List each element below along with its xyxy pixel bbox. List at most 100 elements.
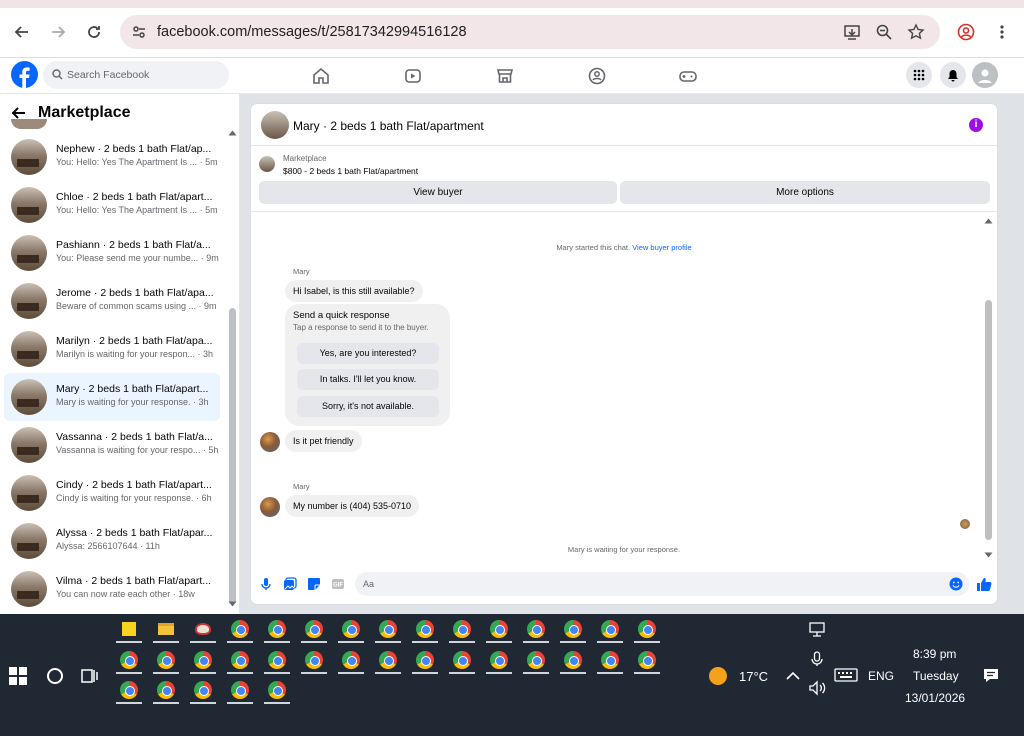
facebook-search-input[interactable]: Search Facebook xyxy=(43,61,229,89)
chrome-icon[interactable] xyxy=(227,617,253,643)
conversation-item[interactable]: Marilyn · 2 beds 1 bath Flat/apa... Maril… xyxy=(4,325,220,373)
chrome-icon[interactable] xyxy=(227,648,253,674)
chrome-icon[interactable] xyxy=(301,648,327,674)
account-avatar[interactable] xyxy=(972,62,998,88)
install-app-icon[interactable] xyxy=(843,23,861,41)
chrome-icon[interactable] xyxy=(301,617,327,643)
notification-center-icon[interactable] xyxy=(983,668,999,686)
chrome-icon[interactable] xyxy=(523,617,549,643)
windows-start-icon[interactable] xyxy=(9,667,27,688)
chrome-icon[interactable] xyxy=(338,617,364,643)
network-icon[interactable] xyxy=(808,622,826,641)
chrome-icon[interactable] xyxy=(412,648,438,674)
listing-thumbnail[interactable] xyxy=(259,156,275,172)
menu-grid-icon[interactable] xyxy=(906,62,932,88)
url-text[interactable]: facebook.com/messages/t/2581734299451612… xyxy=(157,24,467,40)
listing-avatar[interactable] xyxy=(261,111,289,139)
chrome-icon[interactable] xyxy=(227,678,253,704)
chrome-icon[interactable] xyxy=(264,678,290,704)
chrome-icon[interactable] xyxy=(523,648,549,674)
browser-menu-icon[interactable] xyxy=(990,20,1014,44)
forward-icon[interactable] xyxy=(46,20,70,44)
facebook-logo-icon[interactable] xyxy=(11,61,38,88)
chrome-icon[interactable] xyxy=(412,617,438,643)
conversation-item[interactable]: Nephew · 2 beds 1 bath Flat/ap... You: He… xyxy=(4,133,220,181)
chat-title[interactable]: Mary · 2 beds 1 bath Flat/apartment xyxy=(293,119,484,133)
paint-icon[interactable] xyxy=(190,617,216,643)
conversation-item[interactable]: Chloe · 2 beds 1 bath Flat/apart... You: … xyxy=(4,181,220,229)
chrome-icon[interactable] xyxy=(597,648,623,674)
chrome-icon[interactable] xyxy=(634,617,660,643)
back-arrow-icon[interactable] xyxy=(12,107,26,119)
file-explorer-icon[interactable] xyxy=(153,617,179,643)
left-scroll-thumb[interactable] xyxy=(229,308,236,604)
chrome-icon[interactable] xyxy=(264,648,290,674)
chrome-icon[interactable] xyxy=(116,648,142,674)
photo-attach-icon[interactable] xyxy=(283,577,297,591)
chat-scroll-thumb[interactable] xyxy=(985,300,992,540)
language-indicator[interactable]: ENG xyxy=(868,669,894,683)
sender-avatar[interactable] xyxy=(260,497,280,517)
info-icon[interactable]: i xyxy=(969,118,983,132)
sender-avatar[interactable] xyxy=(260,432,280,452)
view-buyer-profile-link[interactable]: View buyer profile xyxy=(632,243,691,252)
conversation-item[interactable]: Vassanna · 2 beds 1 bath Flat/a... Vassan… xyxy=(4,421,220,469)
more-options-button[interactable]: More options xyxy=(620,181,990,204)
scroll-down-icon[interactable] xyxy=(228,601,237,607)
conversation-item[interactable]: Mary · 2 beds 1 bath Flat/apart... Mary i… xyxy=(4,373,220,421)
home-icon[interactable] xyxy=(311,66,331,86)
chrome-icon[interactable] xyxy=(449,648,475,674)
back-icon[interactable] xyxy=(10,20,34,44)
chrome-icon[interactable] xyxy=(153,648,179,674)
chrome-icon[interactable] xyxy=(338,648,364,674)
gaming-icon[interactable] xyxy=(678,66,698,86)
chrome-icon[interactable] xyxy=(634,648,660,674)
zoom-icon[interactable] xyxy=(875,23,893,41)
notifications-bell-icon[interactable] xyxy=(940,62,966,88)
quick-reply-button[interactable]: Yes, are you interested? xyxy=(297,343,439,364)
view-buyer-button[interactable]: View buyer xyxy=(259,181,617,204)
volume-icon[interactable] xyxy=(808,680,826,699)
conversation-item[interactable]: Pashiann · 2 beds 1 bath Flat/a... You: P… xyxy=(4,229,220,277)
clock-day[interactable]: Tuesday xyxy=(913,669,959,683)
video-icon[interactable] xyxy=(403,66,423,86)
chrome-icon[interactable] xyxy=(449,617,475,643)
reload-icon[interactable] xyxy=(82,20,106,44)
microphone-icon[interactable] xyxy=(259,577,273,591)
scroll-up-icon[interactable] xyxy=(984,218,993,224)
weather-sun-icon[interactable] xyxy=(708,666,728,689)
gif-icon[interactable]: GIF xyxy=(331,577,345,591)
profile-icon[interactable] xyxy=(954,20,978,44)
conversation-item[interactable]: Jerome · 2 beds 1 bath Flat/apa... Beware… xyxy=(4,277,220,325)
clock-date[interactable]: 13/01/2026 xyxy=(905,691,965,705)
groups-icon[interactable] xyxy=(587,66,607,86)
chrome-icon[interactable] xyxy=(190,678,216,704)
keyboard-icon[interactable] xyxy=(834,668,858,685)
chevron-up-icon[interactable] xyxy=(786,670,800,684)
microphone-tray-icon[interactable] xyxy=(809,651,825,670)
like-thumbs-up-icon[interactable] xyxy=(976,576,992,591)
sticker-icon[interactable] xyxy=(307,577,321,591)
chrome-icon[interactable] xyxy=(190,648,216,674)
clock-time[interactable]: 8:39 pm xyxy=(913,647,956,661)
chrome-icon[interactable] xyxy=(375,617,401,643)
conversation-item[interactable]: Cindy · 2 beds 1 bath Flat/apart... Cindy… xyxy=(4,469,220,517)
marketplace-icon[interactable] xyxy=(495,66,515,86)
message-input[interactable]: Aa xyxy=(355,572,969,596)
chrome-icon[interactable] xyxy=(153,678,179,704)
address-bar[interactable]: facebook.com/messages/t/2581734299451612… xyxy=(120,15,940,49)
chat-scrollbar[interactable] xyxy=(984,218,993,558)
listing-title[interactable]: $800 - 2 beds 1 bath Flat/apartment xyxy=(283,166,418,176)
quick-reply-button[interactable]: In talks. I'll let you know. xyxy=(297,369,439,390)
chrome-icon[interactable] xyxy=(116,678,142,704)
chrome-icon[interactable] xyxy=(264,617,290,643)
chrome-icon[interactable] xyxy=(375,648,401,674)
search-circle-icon[interactable] xyxy=(46,667,64,688)
chrome-icon[interactable] xyxy=(597,617,623,643)
chrome-icon[interactable] xyxy=(486,648,512,674)
emoji-icon[interactable] xyxy=(949,577,963,591)
task-view-icon[interactable] xyxy=(80,666,100,689)
site-settings-icon[interactable] xyxy=(130,23,148,41)
sticky-notes-icon[interactable] xyxy=(116,617,142,643)
chrome-icon[interactable] xyxy=(560,648,586,674)
